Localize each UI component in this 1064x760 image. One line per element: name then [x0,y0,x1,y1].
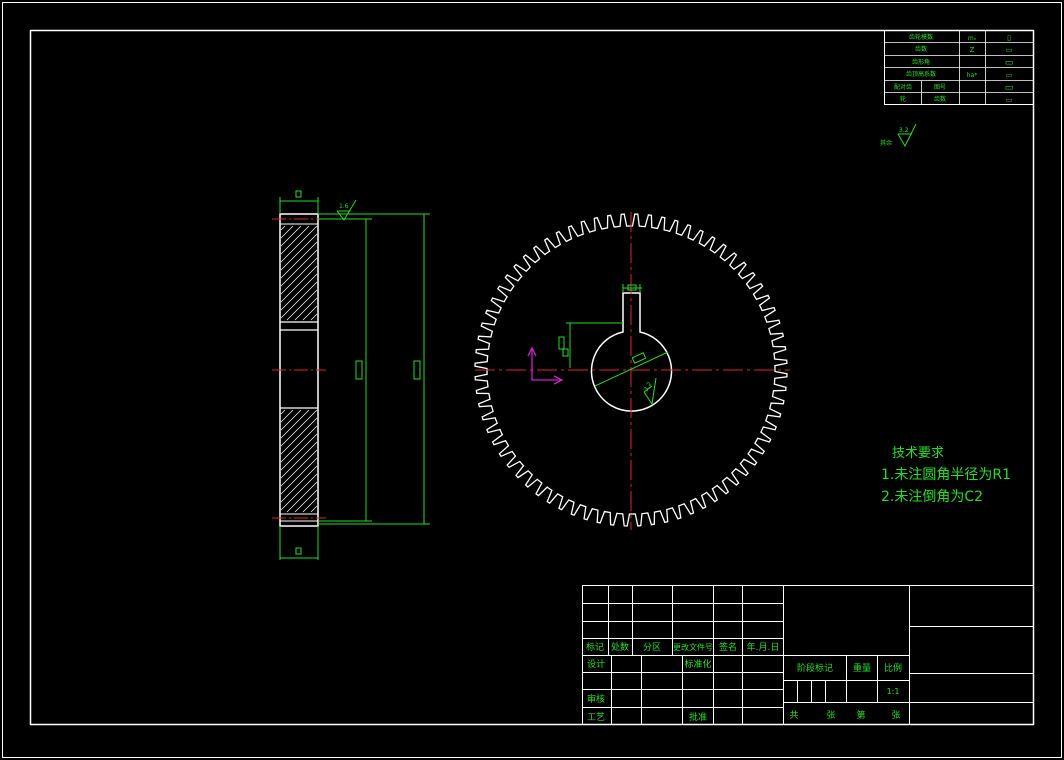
tb-header-signature: 签名 [719,641,737,653]
hatch-line [280,233,318,271]
hatch-line [310,313,318,321]
tech-req-item-1: 1.未注圆角半径为R1 [881,467,1011,483]
param-value-module: ▯ [1007,34,1011,42]
tb-scale-value: 1:1 [887,687,900,696]
param-symbol-teeth: Z [970,46,975,54]
tb-sheet-no-unit: 张 [891,710,900,721]
hatch-line [280,281,318,319]
hatch-line [280,409,286,415]
tb-label-standardize: 标准化 [684,658,711,670]
tb-header-zone: 分区 [643,642,661,653]
hatch-line [280,417,318,455]
hatch-line [280,241,318,279]
cad-drawing-canvas[interactable]: 1.6 3.2 齿轮模数 齿数 齿形角 齿顶高系数 配对齿 图号 轮 齿数 mₙ… [0,0,1064,760]
section-hatch-lower [280,409,318,513]
param-label-module: 齿轮模数 [909,33,933,41]
hatch-line [280,449,318,487]
param-value-teeth-count: ▭ [1006,96,1013,104]
gear-parameter-table: 齿轮模数 齿数 齿形角 齿顶高系数 配对齿 图号 轮 齿数 mₙ Z ha* ▯… [884,30,1034,105]
hatch-line [280,457,318,495]
param-label-wheel: 轮 [900,95,906,103]
tb-header-change-doc: 更改文件号 [673,642,713,652]
hatch-line [280,249,318,287]
param-value-teeth: ▭ [1006,46,1013,54]
tb-sheet-total-label: 共 [789,710,798,721]
hatch-line [280,225,310,255]
tb-sheet-total-unit: 张 [826,710,835,721]
section-hatch-upper [280,225,318,321]
hatch-line [280,409,302,431]
title-block-text: 标记 处数 分区 更改文件号 签名 年.月.日 设计 标准化 审核 工艺 批准 … [586,641,902,723]
tb-header-date: 年.月.日 [747,641,780,653]
hatch-line [280,257,318,295]
param-symbol-module: mₙ [968,35,977,42]
tb-label-approve: 批准 [689,711,707,723]
keyway-width-dimension [622,284,642,293]
tb-sheet-no-label: 第 [856,709,865,721]
tb-header-count: 处数 [611,641,629,653]
tb-label-stage: 阶段标记 [797,662,833,674]
hatch-line [280,433,318,471]
hatch-line [286,289,318,321]
general-roughness-note: 其余 3.2 [880,123,917,148]
bore-diameter-text [631,352,647,364]
hatch-line [280,225,286,231]
tb-label-weight: 重量 [853,662,871,674]
tech-req-title: 技术要求 [892,446,944,461]
param-label-teeth: 齿数 [915,45,927,53]
bore-roughness-value: 3.2 [643,381,654,393]
ucs-axis-icon [527,346,564,385]
tb-label-design: 设计 [587,658,605,670]
gear-front-view: 3.2 [474,212,790,530]
tb-label-process: 工艺 [587,712,605,723]
width-dimension-top [279,190,319,214]
hatch-line [280,473,318,511]
roughness-rest-label: 其余 [880,139,892,147]
tip-diameter-dimension [318,213,430,525]
hatch-line [302,305,318,321]
tb-label-scale: 比例 [884,662,902,674]
hatch-line [280,409,310,439]
hatch-line [280,225,302,247]
param-label-drawing-no: 图号 [934,84,946,91]
roughness-general-value: 3.2 [899,127,909,134]
gear-side-section-view: 1.6 [272,190,430,560]
param-label-pressure-angle: 齿形角 [912,58,930,66]
param-label-addendum: 齿顶高系数 [906,70,936,78]
tb-header-mark: 标记 [586,641,604,653]
hatch-line [280,425,318,463]
hatch-line [280,409,318,447]
param-value-pressure-angle: ▭ [1005,58,1014,68]
hatch-line [280,465,318,503]
hatch-line [286,481,318,513]
tb-label-review: 审核 [587,693,605,705]
param-symbol-addendum: ha* [967,72,977,79]
width-dimension-bottom [279,526,319,560]
hatch-line [280,273,318,311]
hatch-line [280,265,318,303]
tech-req-item-2: 2.未注倒角为C2 [881,489,983,505]
hatch-line [302,497,318,513]
side-roughness-value: 1.6 [339,203,349,210]
param-label-mating-gear: 配对齿 [894,83,912,91]
root-diameter-dimension [318,218,372,522]
technical-requirements: 技术要求 1.未注圆角半径为R1 2.未注倒角为C2 [881,446,1011,505]
param-value-drawing-no: ▭ [1005,83,1014,93]
title-block [582,585,1034,725]
param-label-teeth-count: 齿数 [934,95,946,103]
hatch-line [310,505,318,513]
param-value-addendum: ▭ [1006,71,1013,79]
keyway-depth-dimension [558,322,623,368]
hatch-line [280,441,318,479]
hatch-line [280,225,318,263]
